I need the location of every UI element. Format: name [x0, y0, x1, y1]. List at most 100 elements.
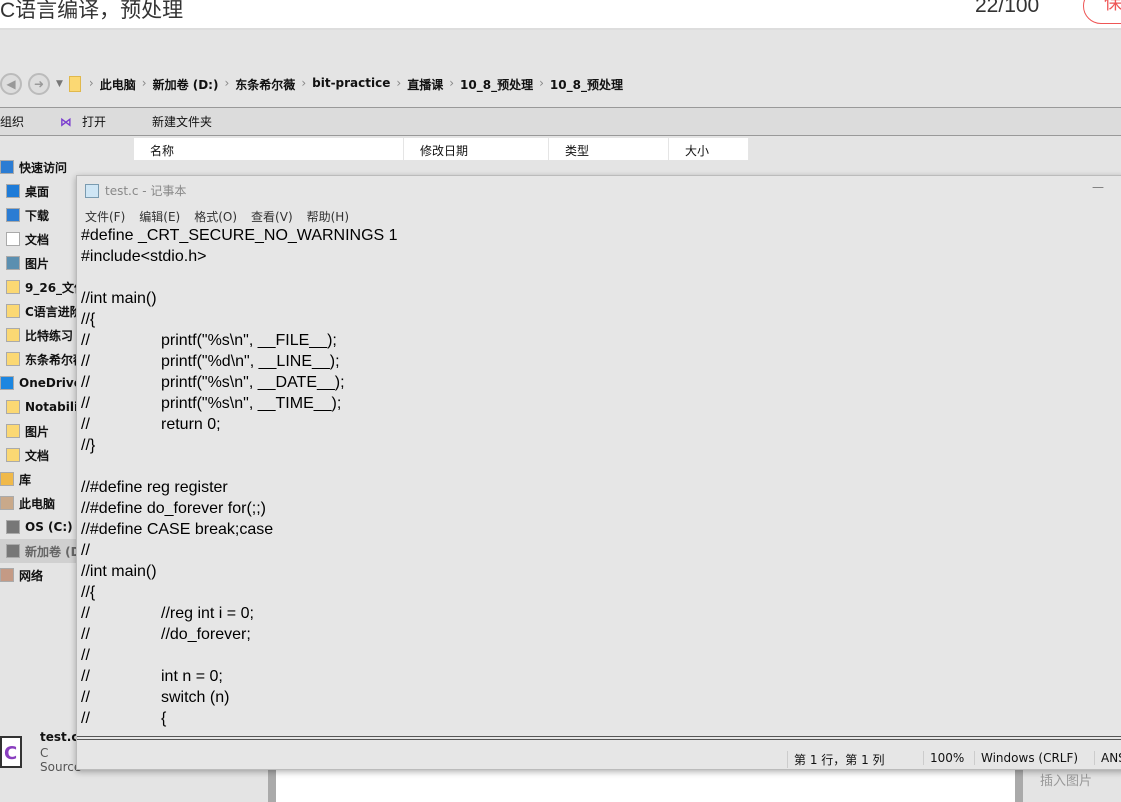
editor-header: C语言编译，预处理 22/100 保 [0, 0, 1121, 30]
breadcrumb-item[interactable]: 东条希尔薇 [235, 76, 295, 93]
desktop-icon [6, 184, 20, 198]
nav-item-label: 此电脑 [19, 496, 56, 511]
open-button[interactable]: 打开 [82, 113, 106, 130]
nav-item[interactable]: 文档 [0, 227, 80, 251]
horizontal-scrollbar[interactable] [77, 736, 1121, 740]
nav-item-label: 比特练习 [25, 328, 74, 343]
menu-item[interactable]: 编辑(E) [139, 208, 180, 225]
library-icon [0, 472, 14, 486]
column-name[interactable]: 名称 [134, 138, 404, 160]
breadcrumb: › 此电脑 › 新加卷 (D:) › 东条希尔薇 › bit-practice › 直播课 › 10_… [87, 76, 623, 93]
back-button[interactable]: ◀ [0, 73, 22, 95]
folder-icon [6, 304, 20, 318]
recent-dropdown-icon[interactable]: ▼ [56, 79, 63, 89]
text-editor[interactable]: #define _CRT_SECURE_NO_WARNINGS 1 #inclu… [81, 225, 1121, 733]
encoding: ANSI [1094, 751, 1121, 765]
nav-item-label: 新加卷 (D:) [25, 544, 80, 559]
insert-image-item[interactable]: 插入图片 [1040, 770, 1092, 789]
document-icon [6, 232, 20, 246]
folder-icon [6, 352, 20, 366]
nav-item[interactable]: 东条希尔薇 [0, 347, 80, 371]
folder-icon [6, 400, 20, 414]
nav-item[interactable]: 下载 [0, 203, 80, 227]
menu-item[interactable]: 格式(O) [194, 208, 237, 225]
nav-item[interactable]: 桌面 [0, 179, 80, 203]
computer-icon [0, 496, 14, 510]
breadcrumb-separator-icon[interactable]: › [89, 76, 94, 93]
nav-item[interactable]: 库 [0, 467, 80, 491]
nav-item-label: OS (C:) [25, 520, 73, 534]
folder-icon [6, 424, 20, 438]
nav-item-label: 9_26_文件 [25, 280, 80, 295]
navigation-pane: 快速访问 桌面 下载 文档 图片 9_26_文件 C语言进阶 比特练习 东条希尔薇 OneDriv… [0, 155, 80, 587]
breadcrumb-item[interactable]: 直播课 [407, 76, 443, 93]
nav-item[interactable]: 比特练习 [0, 323, 80, 347]
folder-icon [6, 448, 20, 462]
column-date-modified[interactable]: 修改日期 [404, 138, 549, 160]
drive-icon [6, 520, 20, 534]
menu-item[interactable]: 帮助(H) [307, 208, 349, 225]
notepad-window: test.c - 记事本 — 文件(F) 编辑(E) 格式(O) 查看(V) 帮助(H)… [76, 175, 1121, 770]
folder-icon [6, 280, 20, 294]
breadcrumb-separator-icon[interactable]: › [396, 76, 401, 93]
breadcrumb-item[interactable]: 10_8_预处理 [460, 76, 533, 93]
organize-button[interactable]: 组织 [0, 113, 24, 130]
zoom-level: 100% [923, 751, 973, 765]
breadcrumb-separator-icon[interactable]: › [142, 76, 147, 93]
star-icon [0, 160, 14, 174]
breadcrumb-separator-icon[interactable]: › [301, 76, 306, 93]
forward-button[interactable]: ➜ [28, 73, 50, 95]
nav-item-label: 库 [19, 472, 32, 487]
nav-item[interactable]: OneDrive [0, 371, 80, 395]
nav-item-label: 东条希尔薇 [25, 352, 80, 367]
menu-item[interactable]: 查看(V) [251, 208, 293, 225]
command-bar: 组织 ⋈ 打开 新建文件夹 [0, 107, 1121, 136]
nav-item-label: 下载 [25, 208, 50, 223]
nav-item[interactable]: 快速访问 [0, 155, 80, 179]
breadcrumb-item[interactable]: 此电脑 [100, 76, 136, 93]
title-char-counter: 22/100 [975, 0, 1040, 17]
menu-bar: 文件(F) 编辑(E) 格式(O) 查看(V) 帮助(H) [85, 208, 349, 225]
nav-item-label: 文档 [25, 232, 50, 247]
breadcrumb-item[interactable]: 10_8_预处理 [550, 76, 623, 93]
file-list-header: 名称 修改日期 类型 大小 [134, 138, 749, 160]
minimize-button[interactable]: — [1092, 180, 1104, 194]
column-type[interactable]: 类型 [549, 138, 669, 160]
nav-item[interactable]: 网络 [0, 563, 80, 587]
details-file-name: test.c [40, 730, 79, 744]
nav-item-label: 文档 [25, 448, 50, 463]
download-icon [6, 208, 20, 222]
address-bar[interactable]: ◀ ➜ ▼ › 此电脑 › 新加卷 (D:) › 东条希尔薇 › bit-practice › 直… [0, 72, 623, 96]
network-icon [0, 568, 14, 582]
nav-item-label: 图片 [25, 424, 50, 439]
nav-item[interactable]: 9_26_文件 [0, 275, 80, 299]
nav-item-label: OneDrive [19, 376, 80, 390]
nav-item[interactable]: 此电脑 [0, 491, 80, 515]
nav-item[interactable]: OS (C:) [0, 515, 80, 539]
column-size[interactable]: 大小 [669, 138, 749, 160]
nav-item[interactable]: 文档 [0, 443, 80, 467]
new-folder-button[interactable]: 新建文件夹 [152, 113, 212, 130]
status-bar: 第 1 行，第 1 列 100% Windows (CRLF) ANSI [77, 747, 1121, 769]
details-pane: C test.c C Source [0, 730, 81, 802]
breadcrumb-separator-icon[interactable]: › [539, 76, 544, 93]
breadcrumb-item[interactable]: bit-practice [312, 76, 390, 93]
breadcrumb-separator-icon[interactable]: › [449, 76, 454, 93]
menu-item[interactable]: 文件(F) [85, 208, 125, 225]
breadcrumb-item[interactable]: 新加卷 (D:) [153, 76, 219, 93]
save-button[interactable]: 保 [1083, 0, 1121, 24]
document-title[interactable]: C语言编译，预处理 [0, 0, 183, 24]
nav-item[interactable]: Notability [0, 395, 80, 419]
nav-item[interactable]: 图片 [0, 251, 80, 275]
breadcrumb-separator-icon[interactable]: › [224, 76, 229, 93]
nav-item[interactable]: C语言进阶 [0, 299, 80, 323]
nav-item[interactable]: 新加卷 (D:) [0, 539, 80, 563]
nav-item-label: 网络 [19, 568, 44, 583]
editor-body [268, 770, 1023, 802]
title-bar[interactable]: test.c - 记事本 [85, 182, 186, 199]
notepad-icon [85, 183, 99, 198]
visual-studio-icon: ⋈ [60, 114, 73, 129]
folder-icon [68, 76, 81, 92]
pictures-icon [6, 256, 20, 270]
nav-item[interactable]: 图片 [0, 419, 80, 443]
